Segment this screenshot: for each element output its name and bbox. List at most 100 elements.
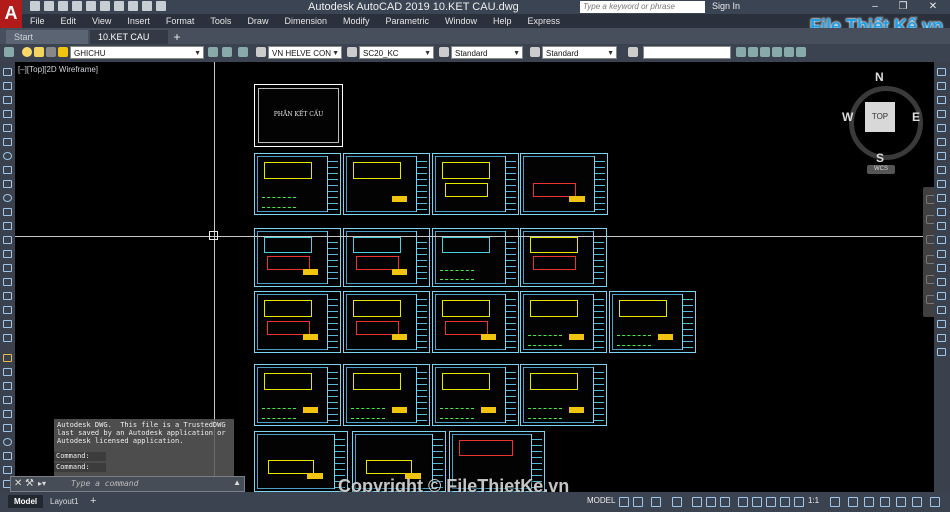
- text-style-icon[interactable]: [256, 47, 266, 57]
- gradient-icon[interactable]: [3, 278, 12, 286]
- menu-help[interactable]: Help: [485, 16, 520, 26]
- annotation-monitor-icon[interactable]: [848, 497, 858, 507]
- auto-scale-icon[interactable]: [780, 497, 790, 507]
- dimension-text-edit-icon[interactable]: [937, 320, 946, 328]
- share-icon[interactable]: [156, 1, 166, 11]
- rectangle-icon[interactable]: [3, 124, 12, 132]
- toolbar-icon-2[interactable]: [748, 47, 758, 57]
- toolbar-icon-6[interactable]: [796, 47, 806, 57]
- compass-north[interactable]: N: [875, 70, 884, 84]
- dimension-update-icon[interactable]: [937, 334, 946, 342]
- drawing-canvas[interactable]: [–][Top][2D Wireframe] PHẦN KẾT CẤU TOP …: [15, 62, 934, 492]
- arc-icon[interactable]: [3, 138, 12, 146]
- ellipse-icon[interactable]: [3, 194, 12, 202]
- toolbar-icon-1[interactable]: [736, 47, 746, 57]
- save-as-icon[interactable]: [72, 1, 82, 11]
- tolerance-icon[interactable]: [937, 250, 946, 258]
- menu-modify[interactable]: Modify: [335, 16, 378, 26]
- jogged-linear-icon[interactable]: [937, 292, 946, 300]
- diameter-dimension-icon[interactable]: [937, 152, 946, 160]
- showmotion-icon[interactable]: [926, 275, 934, 284]
- dim-style-dropdown[interactable]: SC20_KC ▼: [359, 46, 434, 59]
- lineweight-icon[interactable]: [738, 497, 748, 507]
- add-selected-icon[interactable]: [3, 334, 12, 342]
- compass-west[interactable]: W: [842, 110, 853, 124]
- tab-start[interactable]: Start: [6, 30, 88, 44]
- restore-icon[interactable]: ❐: [892, 0, 914, 14]
- erase-icon[interactable]: [3, 354, 12, 362]
- save-icon[interactable]: [58, 1, 68, 11]
- new-file-icon[interactable]: [30, 1, 40, 11]
- region-icon[interactable]: [3, 292, 12, 300]
- sign-in-button[interactable]: Sign In: [712, 1, 740, 11]
- table-style-dropdown[interactable]: Standard ▼: [451, 46, 523, 59]
- compass-east[interactable]: E: [912, 110, 920, 124]
- mirror-icon[interactable]: [3, 382, 12, 390]
- undo-icon[interactable]: [128, 1, 138, 11]
- toolbar-icon-3[interactable]: [760, 47, 770, 57]
- menu-draw[interactable]: Draw: [239, 16, 276, 26]
- wcs-menu[interactable]: WCS: [867, 165, 895, 174]
- layer-previous-icon[interactable]: [222, 47, 232, 57]
- table-icon[interactable]: [3, 306, 12, 314]
- multileader-style-dropdown[interactable]: Standard ▼: [542, 46, 617, 59]
- arc-length-icon[interactable]: [937, 96, 946, 104]
- close-window-icon[interactable]: ✕: [922, 0, 944, 14]
- units-icon[interactable]: [864, 497, 874, 507]
- graphics-performance-icon[interactable]: [896, 497, 906, 507]
- object-snap-tracking-icon[interactable]: [706, 497, 716, 507]
- zoom-extents-icon[interactable]: [926, 235, 934, 244]
- insert-block-icon[interactable]: [3, 222, 12, 230]
- viewport-controls-label[interactable]: [–][Top][2D Wireframe]: [18, 65, 98, 74]
- snap-icon[interactable]: [633, 497, 643, 507]
- menu-window[interactable]: Window: [437, 16, 485, 26]
- hatch-icon[interactable]: [3, 264, 12, 272]
- dimension-edit-icon[interactable]: [937, 306, 946, 314]
- array-icon[interactable]: [3, 410, 12, 418]
- annotation-scale-icon[interactable]: [794, 497, 804, 507]
- rotate-icon[interactable]: [3, 438, 12, 446]
- menu-express[interactable]: Express: [520, 16, 569, 26]
- object-snap-icon[interactable]: [720, 497, 730, 507]
- table-style-icon[interactable]: [439, 47, 449, 57]
- ortho-icon[interactable]: [651, 497, 661, 507]
- minimize-icon[interactable]: –: [864, 0, 886, 14]
- make-block-icon[interactable]: [3, 236, 12, 244]
- offset-icon[interactable]: [3, 396, 12, 404]
- inspection-icon[interactable]: [937, 278, 946, 286]
- open-file-icon[interactable]: [44, 1, 54, 11]
- tab-10-ket-cau[interactable]: 10.KET CAU: [90, 30, 168, 44]
- menu-view[interactable]: View: [84, 16, 119, 26]
- dimension-break-icon[interactable]: [937, 236, 946, 244]
- save-web-icon[interactable]: [100, 1, 110, 11]
- chevron-up-icon[interactable]: ▲: [233, 478, 241, 487]
- blank-combo-field[interactable]: [643, 46, 731, 59]
- annotation-visibility-icon[interactable]: [766, 497, 776, 507]
- command-input[interactable]: Type a command: [71, 479, 231, 489]
- help-search-input[interactable]: Type a keyword or phrase: [580, 1, 705, 13]
- ordinate-dimension-icon[interactable]: [937, 110, 946, 118]
- dim-style-icon[interactable]: [347, 47, 357, 57]
- freeze-icon[interactable]: [34, 47, 44, 57]
- close-icon[interactable]: ✕: [14, 478, 22, 489]
- pan-icon[interactable]: [926, 215, 934, 224]
- layer-dropdown[interactable]: GHICHU ▼: [70, 46, 204, 59]
- revision-cloud-icon[interactable]: [3, 166, 12, 174]
- model-space-toggle[interactable]: MODEL: [587, 496, 615, 505]
- lock-icon[interactable]: [46, 47, 56, 57]
- menu-edit[interactable]: Edit: [53, 16, 85, 26]
- customization-menu-icon[interactable]: [930, 497, 940, 507]
- quick-dimension-icon[interactable]: [937, 180, 946, 188]
- orbit-icon[interactable]: [926, 255, 934, 264]
- open-web-icon[interactable]: [86, 1, 96, 11]
- circle-icon[interactable]: [3, 152, 12, 160]
- linear-dimension-icon[interactable]: [937, 68, 946, 76]
- multileader-style-icon[interactable]: [530, 47, 540, 57]
- layer-match-icon[interactable]: [238, 47, 248, 57]
- clean-screen-icon[interactable]: [912, 497, 922, 507]
- baseline-dimension-icon[interactable]: [937, 194, 946, 202]
- steering-wheel-icon[interactable]: [926, 195, 934, 204]
- jogged-dimension-icon[interactable]: [937, 138, 946, 146]
- navbar-customize-icon[interactable]: [926, 295, 934, 304]
- transparency-icon[interactable]: [752, 497, 762, 507]
